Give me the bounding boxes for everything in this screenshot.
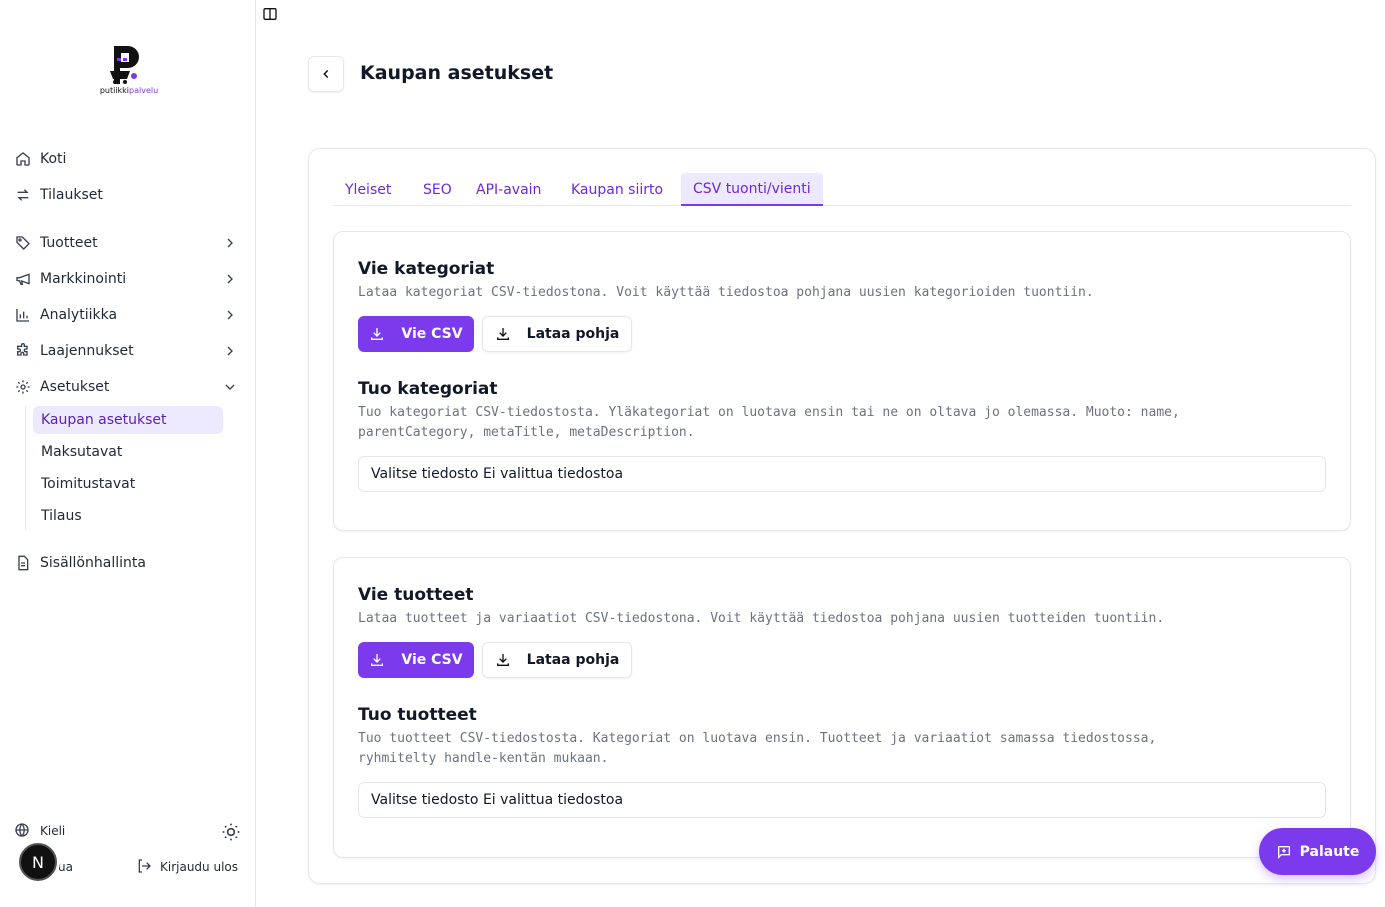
export-products-title: Vie tuotteet [358,585,474,605]
document-icon [14,554,32,572]
chevron-right-icon [227,346,233,356]
download-icon [496,328,509,340]
chevron-left-icon [323,69,329,79]
brand-logo[interactable]: putiikkipalvelu [98,44,160,100]
export-categories-title: Vie kategoriat [358,259,495,279]
sidebar-item-sisallonhallinta[interactable]: Sisällönhallinta [14,549,244,577]
feedback-button[interactable]: Palaute [1259,828,1376,875]
language-label: Kieli [40,824,66,838]
sidebar-toggle-icon[interactable] [262,6,278,22]
sidebar-item-label: Analytiikka [40,307,118,323]
download-icon [371,654,384,666]
sidebar-subitem-maksutavat[interactable]: Maksutavat [33,438,223,466]
bar-chart-icon [14,306,32,324]
gear-icon [14,378,32,396]
products-section: Vie tuotteet Lataa tuotteet ja variaatio… [333,557,1351,858]
import-categories-title: Tuo kategoriat [358,379,498,399]
tab-kaupan-siirto[interactable]: Kaupan siirto [559,173,675,206]
chevron-right-icon [227,274,233,284]
tab-api-avain[interactable]: API-avain [464,173,553,206]
language-selector[interactable]: Kieli [14,822,65,840]
chevron-right-icon [227,310,233,320]
export-categories-description: Lataa kategoriat CSV-tiedostona. Voit kä… [358,285,1094,300]
page-title: Kaupan asetukset [360,62,554,84]
sidebar-item-label: Koti [40,151,67,167]
globe-icon [14,822,32,840]
download-categories-template-button[interactable]: Lataa pohja [482,316,632,352]
message-plus-icon [1277,845,1290,859]
sidebar-item-label: Markkinointi [40,271,127,287]
tab-bar: Yleiset SEO API-avain Kaupan siirto CSV … [333,173,1351,206]
back-button[interactable] [308,56,344,92]
download-icon [496,654,509,666]
settings-card: Yleiset SEO API-avain Kaupan siirto CSV … [308,148,1376,884]
download-icon [371,328,384,340]
logout-icon [136,858,154,876]
avatar[interactable]: N [19,843,57,881]
import-products-description: Tuo tuotteet CSV-tiedostosta. Kategoriat… [358,731,1157,766]
logo-mark-icon [110,46,139,84]
sidebar-item-label: Sisällönhallinta [40,555,146,571]
sidebar-item-label: Tuotteet [40,235,98,251]
sun-icon[interactable] [221,822,241,842]
products-file-input[interactable]: Valitse tiedosto Ei valittua tiedostoa [358,782,1326,818]
tab-seo[interactable]: SEO [411,173,464,206]
sidebar-item-label: Tilaukset [40,187,103,203]
sidebar-item-tuotteet[interactable]: Tuotteet [14,229,244,257]
sidebar-subitem-kaupan-asetukset[interactable]: Kaupan asetukset [33,406,223,434]
chevron-right-icon [227,238,233,248]
categories-section: Vie kategoriat Lataa kategoriat CSV-tied… [333,231,1351,531]
logo-text: putiikkipalvelu [99,86,159,95]
puzzle-icon [14,342,32,360]
sidebar-subitem-tilaus[interactable]: Tilaus [33,502,223,530]
arrows-exchange-icon [14,186,32,204]
sidebar-item-markkinointi[interactable]: Markkinointi [14,265,244,293]
sidebar-item-tilaukset[interactable]: Tilaukset [14,181,244,209]
tab-csv-tuonti-vienti[interactable]: CSV tuonti/vienti [681,173,823,206]
sidebar-item-asetukset[interactable]: Asetukset [14,373,244,401]
sidebar-item-label: Laajennukset [40,343,134,359]
categories-file-input[interactable]: Valitse tiedosto Ei valittua tiedostoa [358,456,1326,492]
sidebar-subitem-toimitustavat[interactable]: Toimitustavat [33,470,223,498]
download-products-template-button[interactable]: Lataa pohja [482,642,632,678]
submenu-divider [25,406,26,530]
export-products-description: Lataa tuotteet ja variaatiot CSV-tiedost… [358,611,1165,626]
import-products-title: Tuo tuotteet [358,705,477,725]
sidebar-item-label: Asetukset [40,379,110,395]
export-products-csv-button[interactable]: Vie CSV [358,642,474,678]
sidebar-item-analytiikka[interactable]: Analytiikka [14,301,244,329]
logout-button[interactable]: Kirjaudu ulos [136,858,238,876]
help-label[interactable]: ua [58,860,73,874]
tag-icon [14,234,32,252]
sidebar-item-koti[interactable]: Koti [14,145,244,173]
export-categories-csv-button[interactable]: Vie CSV [358,316,474,352]
tab-yleiset[interactable]: Yleiset [333,173,403,206]
chevron-down-icon [225,384,235,390]
import-categories-description: Tuo kategoriat CSV-tiedostosta. Yläkateg… [358,405,1180,440]
home-icon [14,150,32,168]
megaphone-icon [14,270,32,288]
logout-label: Kirjaudu ulos [160,860,238,874]
sidebar: putiikkipalvelu Koti Tilaukset Tuotteet … [0,0,256,907]
sidebar-item-laajennukset[interactable]: Laajennukset [14,337,244,365]
